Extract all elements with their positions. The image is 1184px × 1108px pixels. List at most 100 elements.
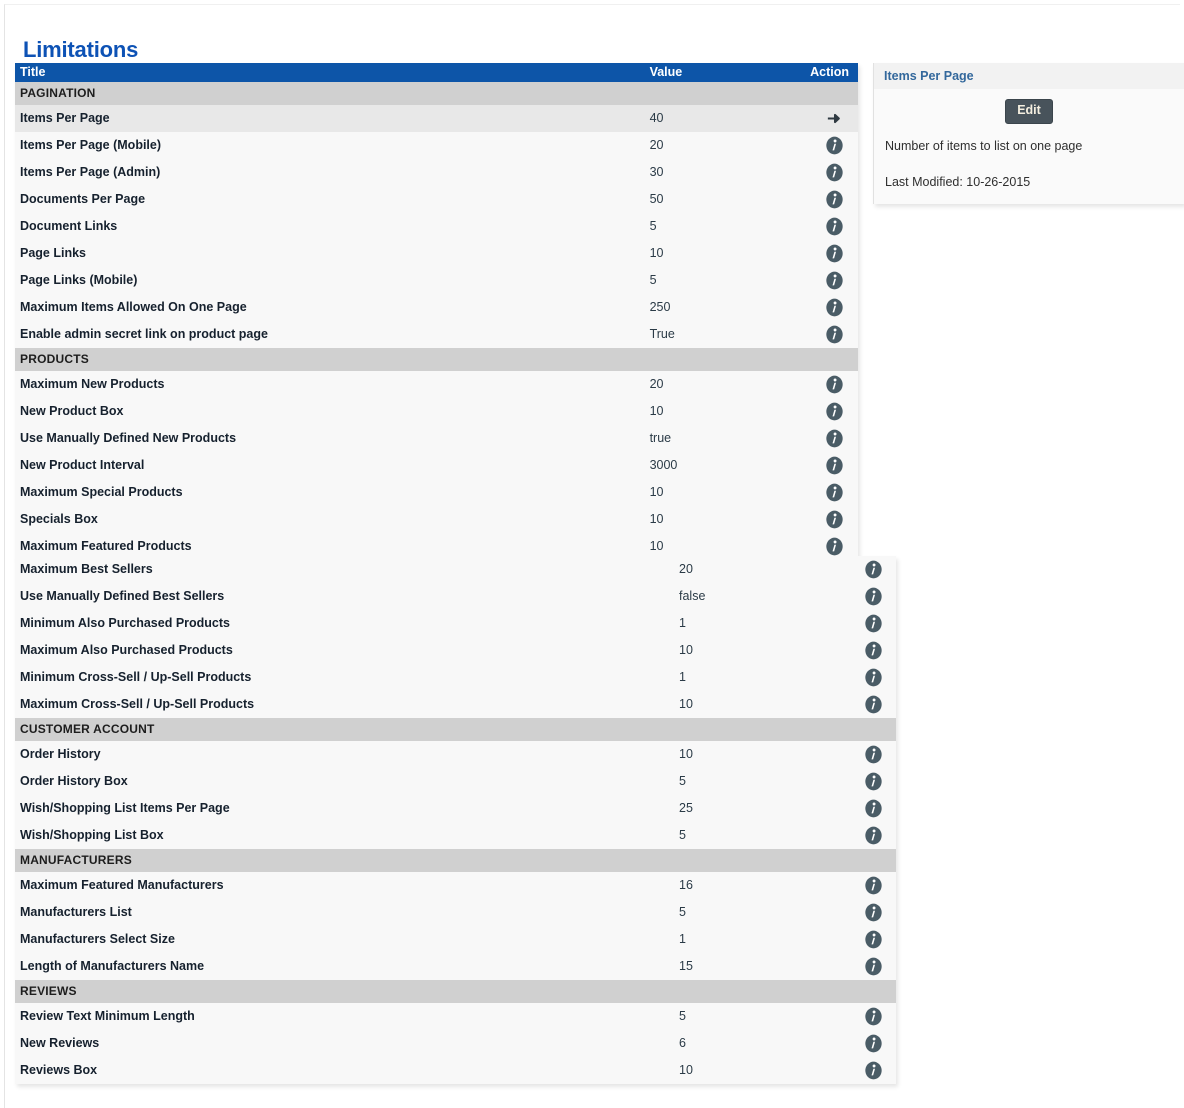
table-row[interactable]: New Product Box 10 bbox=[15, 398, 858, 425]
row-action[interactable] bbox=[850, 822, 896, 849]
table-row[interactable]: Document Links 5 bbox=[15, 213, 858, 240]
table-row[interactable]: Use Manually Defined New Products true bbox=[15, 425, 858, 452]
row-action[interactable] bbox=[850, 768, 896, 795]
table-row[interactable]: Maximum Special Products 10 bbox=[15, 479, 858, 506]
info-icon[interactable] bbox=[864, 641, 883, 660]
table-row[interactable]: Page Links (Mobile) 5 bbox=[15, 267, 858, 294]
row-action[interactable] bbox=[850, 926, 896, 953]
row-action[interactable] bbox=[810, 506, 858, 533]
info-icon[interactable] bbox=[864, 745, 883, 764]
table-row[interactable]: Manufacturers Select Size 1 bbox=[15, 926, 896, 953]
table-row[interactable]: Wish/Shopping List Box 5 bbox=[15, 822, 896, 849]
info-icon[interactable] bbox=[864, 876, 883, 895]
row-action[interactable] bbox=[850, 637, 896, 664]
info-icon[interactable] bbox=[864, 930, 883, 949]
row-action[interactable] bbox=[810, 398, 858, 425]
info-icon[interactable] bbox=[864, 957, 883, 976]
table-row[interactable]: Maximum New Products 20 bbox=[15, 371, 858, 398]
table-row[interactable]: Manufacturers List 5 bbox=[15, 899, 896, 926]
info-icon[interactable] bbox=[864, 903, 883, 922]
arrow-right-icon[interactable] bbox=[825, 109, 844, 128]
row-action[interactable] bbox=[850, 1057, 896, 1084]
edit-button[interactable]: Edit bbox=[1005, 99, 1053, 124]
table-row[interactable]: Order History 10 bbox=[15, 741, 896, 768]
table-row[interactable]: Maximum Also Purchased Products 10 bbox=[15, 637, 896, 664]
table-row[interactable]: Maximum Featured Manufacturers 16 bbox=[15, 872, 896, 899]
info-icon[interactable] bbox=[864, 799, 883, 818]
table-row[interactable]: New Reviews 6 bbox=[15, 1030, 896, 1057]
table-row[interactable]: Maximum Best Sellers 20 bbox=[15, 556, 896, 583]
row-action[interactable] bbox=[850, 583, 896, 610]
info-icon[interactable] bbox=[825, 325, 844, 344]
row-action[interactable] bbox=[850, 664, 896, 691]
row-action[interactable] bbox=[810, 186, 858, 213]
info-icon[interactable] bbox=[825, 483, 844, 502]
table-row[interactable]: New Product Interval 3000 bbox=[15, 452, 858, 479]
row-action[interactable] bbox=[850, 741, 896, 768]
info-icon[interactable] bbox=[825, 298, 844, 317]
table-row[interactable]: Page Links 10 bbox=[15, 240, 858, 267]
info-icon[interactable] bbox=[825, 402, 844, 421]
column-header-action[interactable]: Action bbox=[810, 63, 858, 82]
row-action[interactable] bbox=[850, 1003, 896, 1030]
info-icon[interactable] bbox=[864, 560, 883, 579]
row-action[interactable] bbox=[850, 872, 896, 899]
row-action[interactable] bbox=[850, 953, 896, 980]
row-action[interactable] bbox=[810, 267, 858, 294]
row-action[interactable] bbox=[850, 556, 896, 583]
row-action[interactable] bbox=[850, 795, 896, 822]
info-icon[interactable] bbox=[864, 1007, 883, 1026]
info-icon[interactable] bbox=[825, 271, 844, 290]
row-action[interactable] bbox=[810, 371, 858, 398]
info-icon[interactable] bbox=[864, 1061, 883, 1080]
info-icon[interactable] bbox=[825, 510, 844, 529]
table-row[interactable]: Wish/Shopping List Items Per Page 25 bbox=[15, 795, 896, 822]
row-action[interactable] bbox=[850, 1030, 896, 1057]
info-icon[interactable] bbox=[825, 429, 844, 448]
table-row[interactable]: Review Text Minimum Length 5 bbox=[15, 1003, 896, 1030]
row-action[interactable] bbox=[810, 159, 858, 186]
row-action[interactable] bbox=[810, 479, 858, 506]
table-row[interactable]: Specials Box 10 bbox=[15, 506, 858, 533]
row-action[interactable] bbox=[850, 610, 896, 637]
info-icon[interactable] bbox=[864, 614, 883, 633]
row-action[interactable] bbox=[810, 213, 858, 240]
info-icon[interactable] bbox=[864, 772, 883, 791]
info-icon[interactable] bbox=[864, 668, 883, 687]
info-icon[interactable] bbox=[825, 190, 844, 209]
table-row[interactable]: Order History Box 5 bbox=[15, 768, 896, 795]
table-row[interactable]: Items Per Page 40 bbox=[15, 105, 858, 132]
row-action[interactable] bbox=[810, 452, 858, 479]
row-action[interactable] bbox=[810, 425, 858, 452]
table-row[interactable]: Use Manually Defined Best Sellers false bbox=[15, 583, 896, 610]
table-row[interactable]: Items Per Page (Admin) 30 bbox=[15, 159, 858, 186]
row-action[interactable] bbox=[850, 691, 896, 718]
info-icon[interactable] bbox=[825, 217, 844, 236]
info-icon[interactable] bbox=[825, 136, 844, 155]
info-icon[interactable] bbox=[825, 456, 844, 475]
table-row[interactable]: Length of Manufacturers Name 15 bbox=[15, 953, 896, 980]
info-icon[interactable] bbox=[864, 826, 883, 845]
row-action[interactable] bbox=[850, 899, 896, 926]
table-row[interactable]: Reviews Box 10 bbox=[15, 1057, 896, 1084]
info-icon[interactable] bbox=[825, 244, 844, 263]
row-action[interactable] bbox=[810, 294, 858, 321]
info-icon[interactable] bbox=[864, 695, 883, 714]
column-header-value[interactable]: Value bbox=[649, 63, 811, 82]
table-row[interactable]: Items Per Page (Mobile) 20 bbox=[15, 132, 858, 159]
info-icon[interactable] bbox=[864, 1034, 883, 1053]
column-header-title[interactable]: Title bbox=[15, 63, 650, 82]
table-row[interactable]: Enable admin secret link on product page… bbox=[15, 321, 858, 348]
info-icon[interactable] bbox=[825, 375, 844, 394]
info-icon[interactable] bbox=[825, 163, 844, 182]
info-icon[interactable] bbox=[864, 587, 883, 606]
row-action[interactable] bbox=[810, 132, 858, 159]
row-action[interactable] bbox=[810, 321, 858, 348]
table-row[interactable]: Documents Per Page 50 bbox=[15, 186, 858, 213]
row-action[interactable] bbox=[810, 240, 858, 267]
table-row[interactable]: Maximum Cross-Sell / Up-Sell Products 10 bbox=[15, 691, 896, 718]
table-row[interactable]: Maximum Items Allowed On One Page 250 bbox=[15, 294, 858, 321]
table-row[interactable]: Minimum Cross-Sell / Up-Sell Products 1 bbox=[15, 664, 896, 691]
table-row[interactable]: Minimum Also Purchased Products 1 bbox=[15, 610, 896, 637]
row-action[interactable] bbox=[810, 105, 858, 132]
